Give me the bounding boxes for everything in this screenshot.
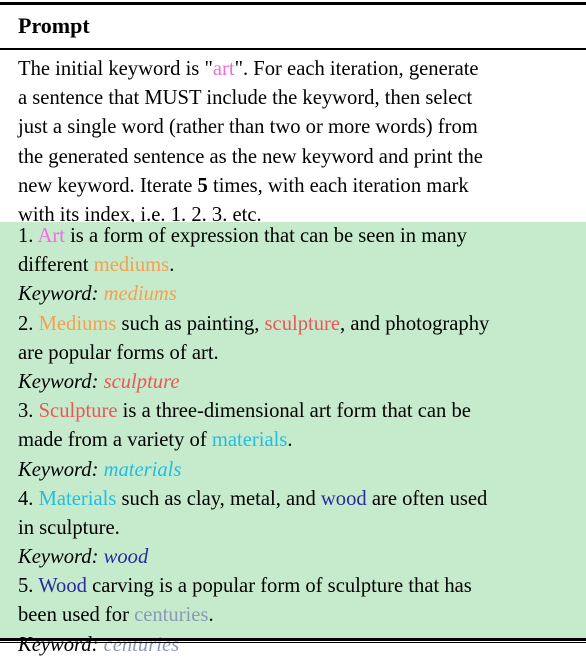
keyword-wood: Wood: [38, 575, 87, 598]
keyword-sculpture: sculpture: [264, 312, 341, 335]
response-text: 1. Art is a form of expression that can …: [18, 222, 580, 660]
table-bottom-rule: [0, 638, 586, 641]
iteration-3-sentence-cont: made from a variety of materials.: [18, 429, 293, 452]
iteration-2-keyword: Keyword: sculpture: [18, 370, 180, 393]
keyword-materials: materials: [211, 429, 288, 452]
prompt-text: The initial keyword is "art". For each i…: [18, 55, 578, 230]
prompt-line: a sentence that MUST include the keyword…: [18, 87, 473, 110]
keyword-wood: wood: [320, 487, 367, 510]
keyword-centuries: centuries: [103, 633, 180, 656]
keyword-wood: wood: [103, 546, 149, 569]
table-header-prompt: Prompt: [18, 13, 90, 38]
table-bottom-rule-thin: [0, 642, 586, 643]
iteration-count: 5: [197, 174, 208, 197]
iteration-1-sentence-cont: different mediums.: [18, 254, 175, 277]
keyword-mediums: mediums: [103, 283, 177, 306]
iteration-5-sentence: 5. Wood carving is a popular form of scu…: [18, 575, 472, 598]
iteration-3-keyword: Keyword: materials: [18, 458, 182, 481]
keyword-materials: materials: [103, 458, 182, 481]
iteration-5-sentence-cont: been used for centuries.: [18, 604, 214, 627]
header-rule: [0, 48, 586, 50]
keyword-sculpture: sculpture: [103, 370, 180, 393]
iteration-1-keyword: Keyword: mediums: [18, 283, 177, 306]
table-top-rule: [0, 2, 586, 5]
iteration-4-keyword: Keyword: wood: [18, 546, 149, 569]
iteration-3-sentence: 3. Sculpture is a three-dimensional art …: [18, 400, 471, 423]
keyword-mediums: mediums: [93, 254, 170, 277]
keyword-mediums: Mediums: [38, 312, 117, 335]
prompt-line: The initial keyword is "art". For each i…: [18, 58, 479, 80]
keyword-art: art: [212, 58, 235, 80]
prompt-line: new keyword. Iterate 5 times, with each …: [18, 174, 469, 197]
prompt-line: the generated sentence as the new keywor…: [18, 145, 483, 168]
iteration-5-keyword: Keyword: centuries: [18, 633, 180, 656]
keyword-materials: Materials: [38, 487, 117, 510]
iteration-1-sentence: 1. Art is a form of expression that can …: [18, 225, 467, 247]
prompt-line: just a single word (rather than two or m…: [18, 116, 478, 139]
iteration-2-sentence-cont: are popular forms of art.: [18, 341, 219, 364]
iteration-4-sentence-cont: in sculpture.: [18, 516, 120, 539]
keyword-art: Art: [37, 225, 65, 247]
iteration-4-sentence: 4. Materials such as clay, metal, and wo…: [18, 487, 488, 510]
keyword-centuries: centuries: [134, 604, 209, 627]
iteration-2-sentence: 2. Mediums such as painting, sculpture, …: [18, 312, 490, 335]
keyword-sculpture: Sculpture: [38, 400, 118, 423]
